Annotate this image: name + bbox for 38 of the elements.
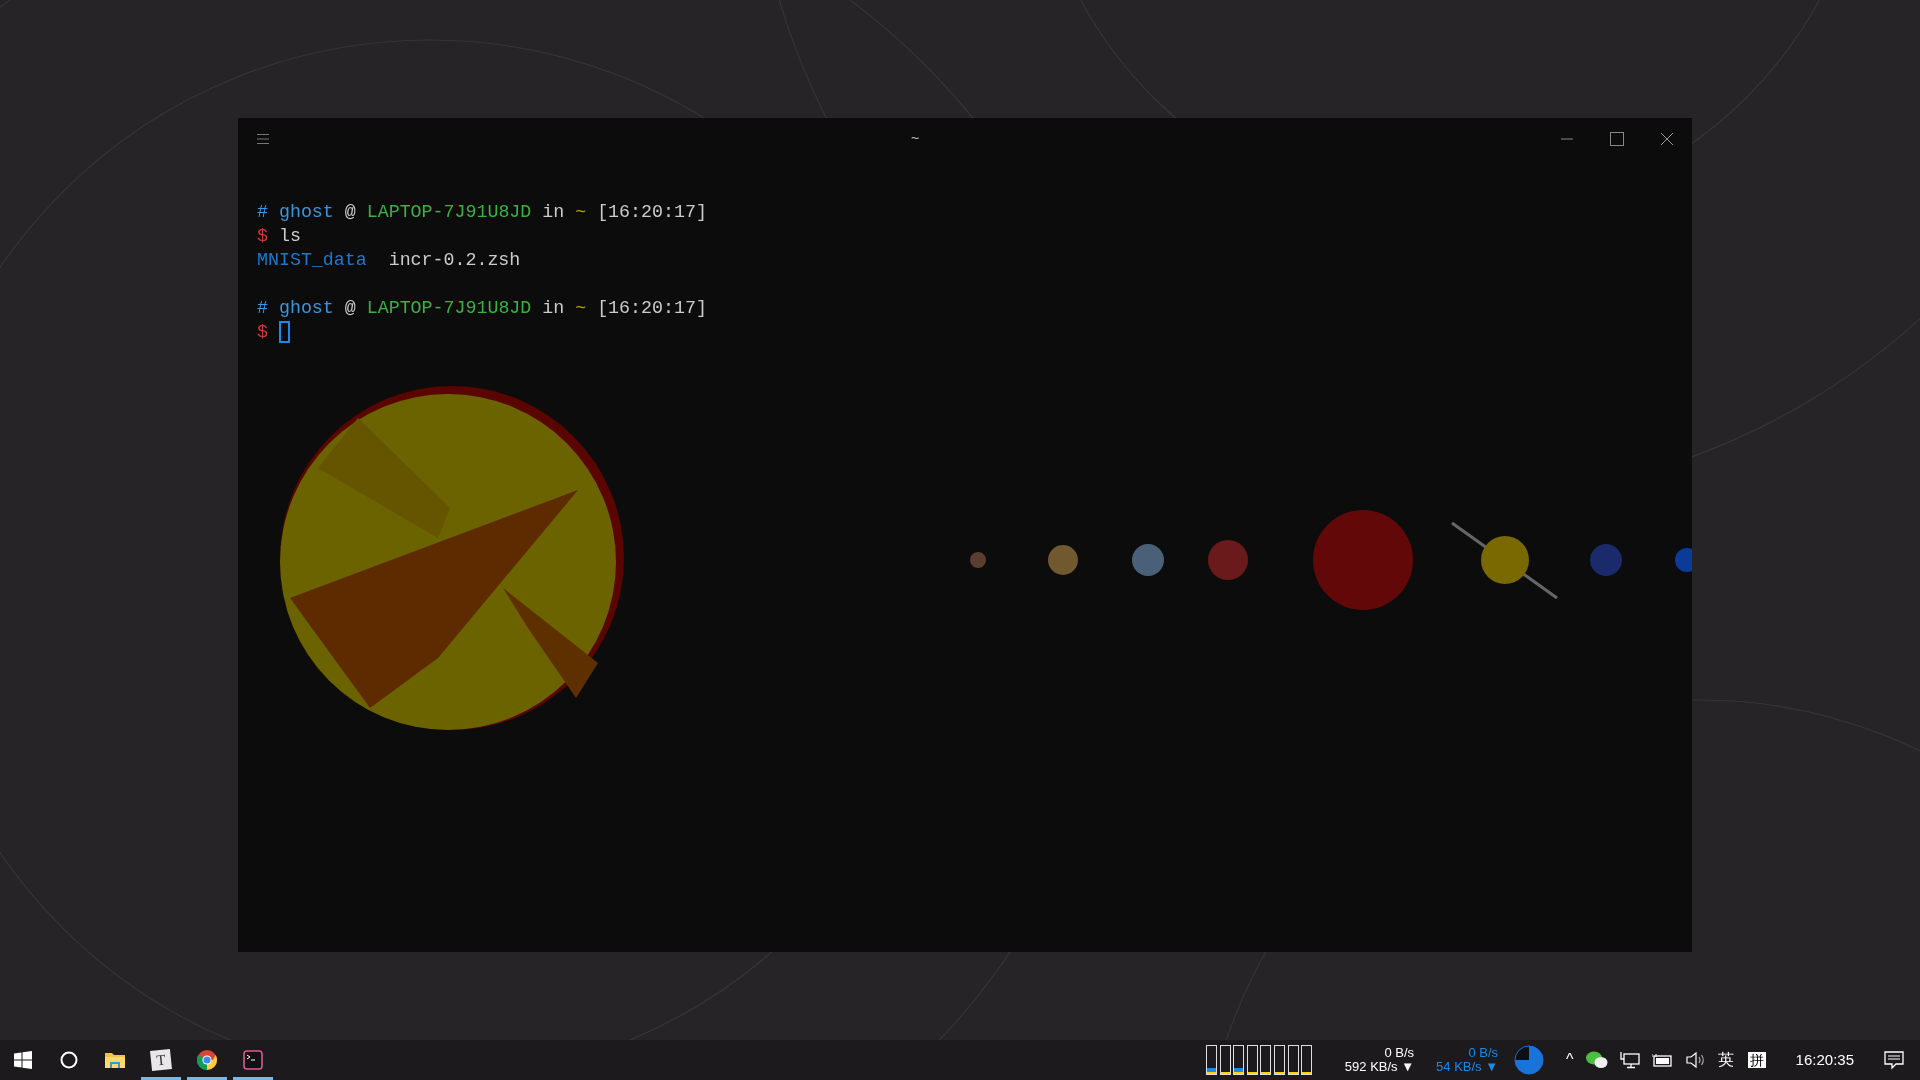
browser-icon [197, 1050, 217, 1070]
taskbar-app-button[interactable]: T [138, 1040, 184, 1080]
cpu-meter-bar [1233, 1045, 1245, 1075]
show-hidden-icons-button[interactable]: ^ [1560, 1040, 1580, 1080]
terminal-line: $ [257, 321, 268, 344]
close-icon [1660, 131, 1674, 146]
network-speed-text: 0 B/s 592 KB/s ▼ [1344, 1046, 1415, 1074]
network-icon[interactable] [1619, 1051, 1640, 1069]
text-cursor [278, 321, 290, 343]
cpu-meter-bar [1287, 1045, 1299, 1075]
cpu-meter-bar [1219, 1045, 1231, 1075]
windows-logo-icon [14, 1051, 32, 1069]
chat-bubbles-icon[interactable] [1585, 1051, 1608, 1069]
input-method-indicator[interactable]: 拼 [1747, 1052, 1766, 1068]
cpu-meter-bar [1260, 1045, 1272, 1075]
app-icon: T [150, 1049, 172, 1071]
network-speed-text: 0 B/s 54 KB/s ▼ [1436, 1046, 1499, 1074]
terminal-line: $ ls [257, 225, 301, 248]
clock-text[interactable]: 16:20:35 [1769, 1040, 1878, 1080]
folder-icon [105, 1051, 125, 1069]
cpu-meter-bar [1274, 1045, 1286, 1075]
cpu-meter-bar [1206, 1045, 1218, 1075]
terminal-line: MNIST_data incr-0.2.zsh [257, 249, 521, 272]
cpu-meter-bar [1301, 1045, 1313, 1075]
battery-icon[interactable] [1651, 1053, 1674, 1067]
menu-icon [256, 132, 270, 145]
window-title: ~ [910, 128, 920, 148]
maximize-icon [1610, 131, 1624, 146]
minimize-icon [1561, 137, 1573, 140]
circle-icon [60, 1051, 78, 1069]
pie-chart-icon [1514, 1045, 1545, 1075]
language-indicator[interactable]: 英 [1711, 1040, 1740, 1080]
terminal-icon [243, 1050, 263, 1070]
terminal-line: # ghost @ LAPTOP-7J91U8JD in ~ [16:20:17] [257, 297, 707, 320]
volume-icon[interactable] [1685, 1052, 1706, 1068]
terminal-line: # ghost @ LAPTOP-7J91U8JD in ~ [16:20:17] [257, 201, 707, 224]
cpu-meter-bar [1246, 1045, 1258, 1075]
notification-icon[interactable] [1884, 1050, 1904, 1070]
